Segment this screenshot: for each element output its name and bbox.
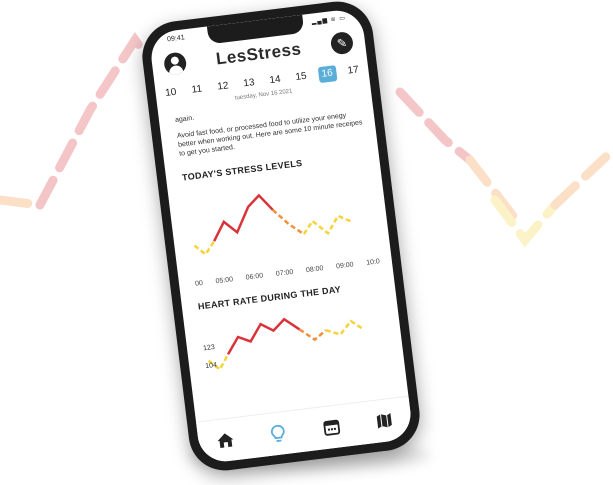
time-label: 08:00	[305, 265, 324, 275]
date-item-selected[interactable]: 16	[317, 65, 338, 84]
home-icon	[217, 433, 234, 448]
stress-line-yellow-right	[302, 214, 354, 236]
date-item[interactable]: 17	[343, 62, 363, 80]
hr-line-orange	[298, 328, 327, 342]
status-time: 09:41	[166, 34, 186, 44]
map-icon	[376, 412, 393, 429]
stress-line-red	[213, 193, 274, 242]
time-label: 07:00	[275, 268, 294, 278]
nav-tips-button[interactable]	[263, 418, 294, 449]
time-label: 00	[194, 279, 204, 288]
hr-axis-label: 104	[204, 361, 218, 371]
date-item[interactable]: 10	[161, 84, 181, 102]
time-label: 05:00	[215, 276, 234, 286]
date-item[interactable]: 12	[213, 78, 233, 96]
calendar-icon	[323, 419, 340, 436]
date-item[interactable]: 13	[239, 75, 259, 93]
lightbulb-icon	[271, 424, 285, 442]
date-item[interactable]: 15	[291, 68, 311, 86]
hr-axis-label: 123	[202, 343, 216, 353]
main-content: again. Avoid fast food, or processed foo…	[175, 94, 392, 384]
stress-line-yellow-left	[193, 240, 216, 257]
nav-calendar-button[interactable]	[316, 412, 347, 443]
phone-screen: 09:41 ▂▄▆ ≋ ▭ LesStress ✎ 10 11 12 13 14…	[148, 7, 414, 465]
nav-map-button[interactable]	[369, 405, 400, 436]
date-item[interactable]: 11	[187, 81, 207, 99]
stress-chart-svg	[193, 193, 354, 257]
time-label: 09:00	[335, 261, 355, 271]
hr-line-red	[226, 317, 301, 355]
stress-chart: 00 05:00 06:00 07:00 08:00 09:00 10:0	[183, 164, 380, 288]
time-label: 06:00	[245, 272, 264, 282]
status-icons: ▂▄▆ ≋ ▭	[311, 15, 347, 26]
stress-line-orange	[271, 208, 305, 236]
nav-home-button[interactable]	[210, 425, 241, 456]
time-label: 10:0	[365, 258, 381, 267]
date-item[interactable]: 14	[265, 72, 285, 90]
hr-line-yellow-right	[325, 319, 365, 336]
